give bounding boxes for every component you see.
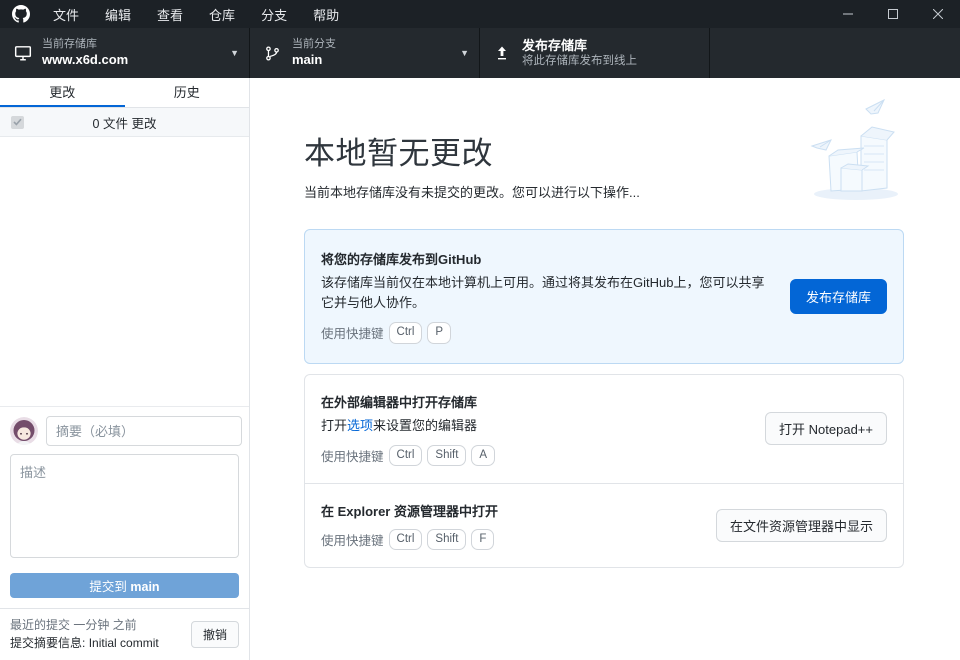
publish-card-body: 该存储库当前仅在本地计算机上可用。通过将其发布在GitHub上，您可以共享它并与… [321, 273, 772, 313]
commit-button[interactable]: 提交到 main [10, 573, 239, 598]
tab-changes[interactable]: 更改 [0, 78, 125, 107]
menu-edit[interactable]: 编辑 [92, 0, 144, 28]
tab-history[interactable]: 历史 [125, 78, 250, 107]
key-ctrl: Ctrl [389, 529, 423, 550]
recent-commit-summary: 提交摘要信息: Initial commit [10, 634, 159, 652]
files-summary-row: 0 文件 更改 [0, 108, 249, 137]
toolbar: 当前存储库 www.x6d.com ▼ 当前分支 main ▼ 发布存储库 将此… [0, 28, 960, 78]
undo-button[interactable]: 撤销 [191, 621, 239, 648]
git-branch-icon [264, 44, 282, 62]
recent-commit-time: 最近的提交 一分钟 之前 [10, 616, 159, 634]
publish-card-shortcut: 使用快捷键 Ctrl P [321, 322, 772, 343]
chevron-down-icon: ▼ [230, 48, 239, 58]
open-editor-body: 打开选项来设置您的编辑器 [321, 416, 747, 436]
menu-file[interactable]: 文件 [40, 0, 92, 28]
open-editor-row: 在外部编辑器中打开存储库 打开选项来设置您的编辑器 使用快捷键 Ctrl Shi… [305, 375, 903, 483]
open-editor-shortcut: 使用快捷键 Ctrl Shift A [321, 445, 747, 466]
publish-toolbar-subtitle: 将此存储库发布到线上 [522, 54, 699, 68]
key-ctrl: Ctrl [389, 445, 423, 466]
branch-name: main [292, 52, 454, 68]
key-p: P [427, 322, 451, 343]
open-explorer-row: 在 Explorer 资源管理器中打开 使用快捷键 Ctrl Shift F 在… [305, 484, 903, 567]
repo-name: www.x6d.com [42, 52, 224, 68]
publish-repository-toolbar-button[interactable]: 发布存储库 将此存储库发布到线上 [480, 28, 710, 78]
open-explorer-title: 在 Explorer 资源管理器中打开 [321, 501, 698, 520]
commit-form: 提交到 main [0, 406, 249, 608]
repo-label: 当前存储库 [42, 38, 224, 52]
menu-bar: 文件 编辑 查看 仓库 分支 帮助 [40, 0, 352, 28]
maximize-button[interactable] [870, 0, 915, 28]
menu-help[interactable]: 帮助 [300, 0, 352, 28]
sidebar-tabs: 更改 历史 [0, 78, 249, 108]
upload-icon [494, 44, 512, 62]
files-changed-count: 0 文件 更改 [0, 113, 249, 132]
publish-repository-button[interactable]: 发布存储库 [790, 279, 887, 314]
key-ctrl: Ctrl [389, 322, 423, 343]
menu-repository[interactable]: 仓库 [196, 0, 248, 28]
menu-branch[interactable]: 分支 [248, 0, 300, 28]
close-button[interactable] [915, 0, 960, 28]
open-explorer-shortcut: 使用快捷键 Ctrl Shift F [321, 529, 698, 550]
current-repository-button[interactable]: 当前存储库 www.x6d.com ▼ [0, 28, 250, 78]
empty-state-illustration [804, 96, 908, 204]
sidebar: 更改 历史 0 文件 更改 [0, 78, 250, 660]
changes-list-empty-area [0, 137, 249, 406]
open-editor-button[interactable]: 打开 Notepad++ [765, 412, 887, 445]
window-controls [825, 0, 960, 28]
commit-description-input[interactable] [10, 454, 239, 558]
key-shift: Shift [427, 445, 466, 466]
main-panel: 本地暂无更改 当前本地存储库没有未提交的更改。您可以进行以下操作... 将您的存… [250, 78, 960, 660]
options-link[interactable]: 选项 [347, 418, 373, 433]
recent-commit-bar: 最近的提交 一分钟 之前 提交摘要信息: Initial commit 撤销 [0, 608, 249, 660]
key-shift: Shift [427, 529, 466, 550]
commit-summary-input[interactable] [46, 416, 242, 446]
branch-label: 当前分支 [292, 38, 454, 52]
avatar [10, 417, 38, 445]
open-explorer-button[interactable]: 在文件资源管理器中显示 [716, 509, 887, 542]
monitor-icon [14, 44, 32, 62]
key-a: A [471, 445, 495, 466]
publish-toolbar-title: 发布存储库 [522, 38, 699, 54]
current-branch-button[interactable]: 当前分支 main ▼ [250, 28, 480, 78]
key-f: F [471, 529, 494, 550]
chevron-down-icon: ▼ [460, 48, 469, 58]
open-editor-title: 在外部编辑器中打开存储库 [321, 392, 747, 411]
minimize-button[interactable] [825, 0, 870, 28]
github-desktop-window: 文件 编辑 查看 仓库 分支 帮助 当前存储库 www.x6d.com ▼ [0, 0, 960, 660]
github-logo-icon [12, 5, 30, 23]
menu-view[interactable]: 查看 [144, 0, 196, 28]
actions-card: 在外部编辑器中打开存储库 打开选项来设置您的编辑器 使用快捷键 Ctrl Shi… [304, 374, 904, 569]
title-bar: 文件 编辑 查看 仓库 分支 帮助 [0, 0, 960, 28]
publish-card-title: 将您的存储库发布到GitHub [321, 249, 772, 268]
publish-card: 将您的存储库发布到GitHub 该存储库当前仅在本地计算机上可用。通过将其发布在… [304, 229, 904, 364]
